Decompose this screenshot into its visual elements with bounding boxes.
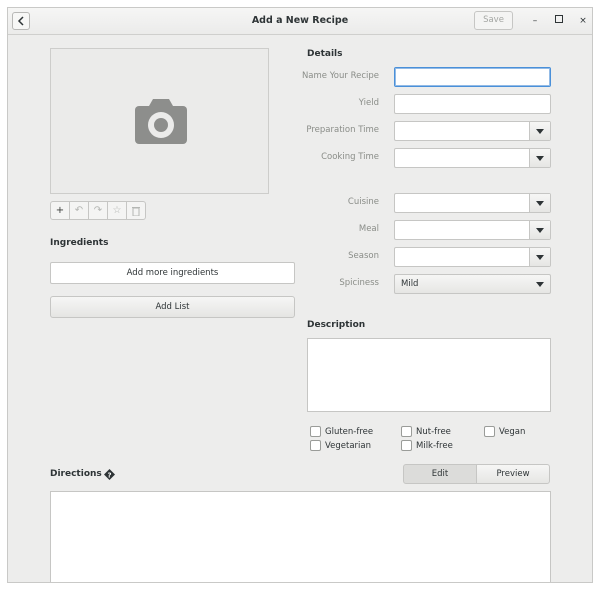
checkbox-box bbox=[401, 426, 412, 437]
delete-photo-button[interactable] bbox=[126, 201, 146, 220]
chevron-down-icon bbox=[536, 156, 544, 161]
close-button[interactable]: × bbox=[576, 14, 590, 28]
preparation-time-dropdown-button[interactable] bbox=[529, 122, 550, 140]
description-heading: Description bbox=[307, 320, 366, 330]
milk-free-label: Milk-free bbox=[416, 440, 453, 451]
yield-label: Yield bbox=[358, 98, 379, 108]
spiciness-label: Spiciness bbox=[339, 278, 379, 288]
cuisine-combo[interactable] bbox=[394, 193, 551, 213]
cuisine-dropdown-button[interactable] bbox=[529, 194, 550, 212]
directions-mode-switcher: Edit Preview bbox=[403, 464, 550, 484]
ingredients-heading: Ingredients bbox=[50, 238, 109, 248]
season-dropdown-button[interactable] bbox=[529, 248, 550, 266]
minimize-button[interactable]: – bbox=[528, 14, 542, 28]
chevron-down-icon bbox=[536, 228, 544, 233]
vegetarian-label: Vegetarian bbox=[325, 440, 372, 451]
photo-toolbar: + ↶ ↷ ☆ bbox=[50, 201, 146, 220]
header-bar: Add a New Recipe Save – × bbox=[8, 8, 592, 35]
add-more-ingredients-button[interactable]: Add more ingredients bbox=[50, 262, 295, 284]
rotate-left-button[interactable]: ↶ bbox=[69, 201, 89, 220]
cooking-time-label: Cooking Time bbox=[321, 152, 379, 162]
chevron-down-icon bbox=[536, 255, 544, 260]
meal-dropdown-button[interactable] bbox=[529, 221, 550, 239]
preparation-time-label: Preparation Time bbox=[306, 125, 379, 135]
vegan-checkbox[interactable]: Vegan bbox=[484, 426, 525, 437]
directions-heading: Directions bbox=[50, 469, 102, 479]
details-heading: Details bbox=[307, 49, 343, 59]
checkbox-box bbox=[401, 440, 412, 451]
vegan-label: Vegan bbox=[499, 426, 526, 437]
nut-free-checkbox[interactable]: Nut-free bbox=[401, 426, 451, 437]
star-icon: ☆ bbox=[112, 205, 122, 216]
directions-textarea[interactable] bbox=[50, 491, 551, 582]
spiciness-arrow bbox=[530, 275, 550, 293]
gluten-free-label: Gluten-free bbox=[325, 426, 374, 437]
camera-icon bbox=[135, 99, 187, 144]
svg-text:?: ? bbox=[107, 471, 111, 479]
season-label: Season bbox=[348, 251, 379, 261]
preparation-time-combo[interactable] bbox=[394, 121, 551, 141]
add-list-button[interactable]: Add List bbox=[50, 296, 295, 318]
vegetarian-checkbox[interactable]: Vegetarian bbox=[310, 440, 371, 451]
rotate-left-icon: ↶ bbox=[74, 205, 84, 216]
meal-combo[interactable] bbox=[394, 220, 551, 240]
chevron-down-icon bbox=[536, 201, 544, 206]
milk-free-checkbox[interactable]: Milk-free bbox=[401, 440, 453, 451]
recipe-name-input[interactable] bbox=[394, 67, 551, 87]
chevron-down-icon bbox=[536, 129, 544, 134]
checkbox-box bbox=[310, 426, 321, 437]
name-label: Name Your Recipe bbox=[301, 71, 379, 81]
chevron-down-icon bbox=[536, 282, 544, 287]
rotate-right-icon: ↷ bbox=[93, 205, 103, 216]
checkbox-box bbox=[310, 440, 321, 451]
spiciness-value: Mild bbox=[401, 279, 419, 289]
checkbox-box bbox=[484, 426, 495, 437]
description-textarea[interactable] bbox=[307, 338, 551, 412]
season-combo[interactable] bbox=[394, 247, 551, 267]
cuisine-label: Cuisine bbox=[347, 197, 379, 207]
cooking-time-combo[interactable] bbox=[394, 148, 551, 168]
maximize-icon bbox=[555, 15, 563, 23]
edit-tab[interactable]: Edit bbox=[403, 464, 477, 484]
recipe-window: Add a New Recipe Save – × + ↶ ↷ ☆ Ingred… bbox=[7, 7, 593, 583]
nut-free-label: Nut-free bbox=[416, 426, 451, 437]
meal-label: Meal bbox=[358, 224, 379, 234]
favorite-button[interactable]: ☆ bbox=[107, 201, 127, 220]
spiciness-dropdown[interactable]: Mild bbox=[394, 274, 551, 294]
cooking-time-dropdown-button[interactable] bbox=[529, 149, 550, 167]
maximize-button[interactable] bbox=[552, 14, 566, 28]
yield-input[interactable] bbox=[394, 94, 551, 114]
save-button[interactable]: Save bbox=[474, 11, 513, 30]
recipe-photo[interactable] bbox=[50, 48, 269, 194]
trash-icon bbox=[132, 207, 140, 217]
gluten-free-checkbox[interactable]: Gluten-free bbox=[310, 426, 373, 437]
preview-tab[interactable]: Preview bbox=[476, 464, 550, 484]
rotate-right-button[interactable]: ↷ bbox=[88, 201, 108, 220]
question-diamond-icon[interactable]: ? bbox=[104, 469, 115, 480]
add-photo-button[interactable]: + bbox=[50, 201, 70, 220]
